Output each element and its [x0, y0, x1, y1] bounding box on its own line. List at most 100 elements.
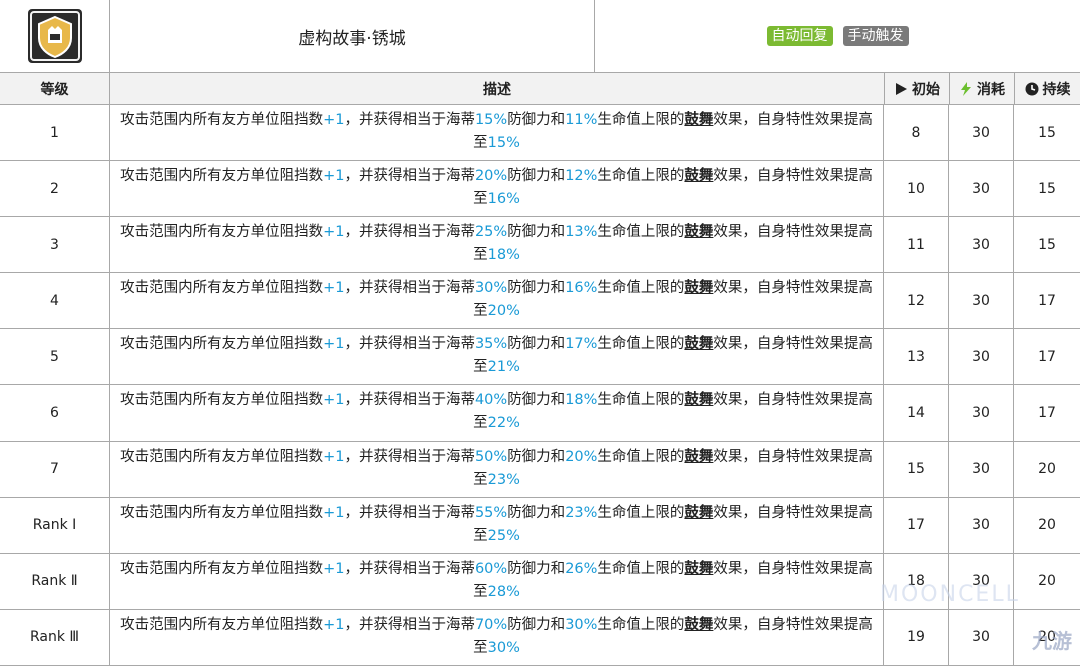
desc-block-value: +1: [323, 392, 345, 409]
desc-trait-value: 21%: [487, 359, 520, 376]
desc-text: 攻击范围内所有友方单位阻挡数: [120, 448, 324, 465]
keyword-link[interactable]: 鼓舞: [684, 617, 713, 633]
desc-block-value: +1: [323, 224, 345, 241]
watermark-brand: 九游: [1032, 625, 1072, 654]
desc-block-value: +1: [323, 280, 345, 297]
desc-def-value: 40%: [474, 392, 508, 409]
desc-text: 防御力和: [507, 112, 566, 128]
row-description: 攻击范围内所有友方单位阻挡数+1，并获得相当于海蒂20%防御力和12%生命值上限…: [110, 161, 884, 217]
keyword-link[interactable]: 鼓舞: [684, 280, 713, 296]
desc-hp-value: 20%: [565, 448, 598, 465]
clock-icon: [1025, 82, 1038, 95]
lightning-icon: [961, 81, 971, 96]
desc-text: 攻击范围内所有友方单位阻挡数: [120, 504, 324, 521]
skill-name: 虚构故事·锈城: [110, 0, 595, 72]
desc-trait-value: 23%: [487, 471, 520, 488]
desc-text: 防御力和: [507, 224, 566, 241]
desc-block-value: +1: [323, 168, 345, 185]
keyword-link[interactable]: 鼓舞: [684, 561, 713, 577]
desc-trait-value: 20%: [487, 303, 520, 320]
keyword-link[interactable]: 鼓舞: [684, 168, 713, 184]
row-duration: 15: [1038, 180, 1056, 197]
desc-trait-value: 22%: [487, 415, 520, 432]
desc-text: ，并获得相当于海蒂: [344, 560, 475, 577]
keyword-link[interactable]: 鼓舞: [684, 336, 713, 352]
row-description: 攻击范围内所有友方单位阻挡数+1，并获得相当于海蒂50%防御力和20%生命值上限…: [110, 441, 884, 497]
row-cost: 30: [949, 609, 1014, 665]
desc-text: ，并获得相当于海蒂: [344, 392, 475, 409]
desc-trait-value: 15%: [487, 135, 520, 151]
desc-def-value: 30%: [474, 280, 508, 297]
skill-table: 虚构故事·锈城 自动回复 手动触发 等级 描述 初始 消耗 持续 1 攻击范围内…: [0, 0, 1080, 666]
row-initial: 13: [884, 329, 949, 385]
row-level: 6: [0, 385, 110, 441]
keyword-link[interactable]: 鼓舞: [684, 112, 713, 128]
desc-text: ，并获得相当于海蒂: [344, 616, 475, 633]
header-initial: 初始: [885, 73, 950, 104]
row-cost: 30: [949, 441, 1014, 497]
header-duration: 持续: [1015, 73, 1080, 104]
row-cost: 30: [949, 105, 1014, 161]
desc-def-value: 15%: [474, 112, 508, 128]
keyword-link[interactable]: 鼓舞: [684, 224, 713, 240]
row-level: 3: [0, 217, 110, 273]
table-header: 等级 描述 初始 消耗 持续: [0, 73, 1080, 105]
desc-hp-value: 16%: [565, 280, 598, 297]
desc-text: ，并获得相当于海蒂: [344, 168, 475, 185]
desc-text: 防御力和: [507, 392, 566, 409]
row-duration: 15: [1038, 124, 1056, 141]
manual-trigger-badge: 手动触发: [842, 26, 909, 46]
table-row: 1 攻击范围内所有友方单位阻挡数+1，并获得相当于海蒂15%防御力和11%生命值…: [0, 105, 1080, 162]
row-description: 攻击范围内所有友方单位阻挡数+1，并获得相当于海蒂25%防御力和13%生命值上限…: [110, 217, 884, 273]
desc-text: 防御力和: [507, 448, 566, 465]
header-level: 等级: [0, 73, 110, 104]
row-duration: 17: [1038, 292, 1056, 309]
desc-hp-value: 17%: [565, 336, 598, 353]
row-duration: 17: [1038, 348, 1056, 365]
keyword-link[interactable]: 鼓舞: [684, 505, 713, 521]
row-level: Rank Ⅲ: [0, 609, 110, 665]
table-row: 5 攻击范围内所有友方单位阻挡数+1，并获得相当于海蒂35%防御力和17%生命值…: [0, 329, 1080, 386]
row-cost: 30: [949, 497, 1014, 553]
desc-text: ，并获得相当于海蒂: [344, 224, 475, 241]
row-cost: 30: [949, 161, 1014, 217]
row-initial: 17: [884, 497, 949, 553]
skill-icon-cell: [0, 0, 110, 72]
header-duration-label: 持续: [1042, 81, 1071, 98]
desc-block-value: +1: [323, 112, 345, 128]
desc-text: 防御力和: [507, 560, 566, 577]
desc-text: 生命值上限的: [597, 448, 685, 465]
row-initial: 10: [884, 161, 949, 217]
desc-text: ，并获得相当于海蒂: [344, 280, 475, 297]
skill-tags: 自动回复 手动触发: [595, 0, 1080, 72]
row-description: 攻击范围内所有友方单位阻挡数+1，并获得相当于海蒂35%防御力和17%生命值上限…: [110, 329, 884, 385]
row-initial: 14: [884, 385, 949, 441]
row-initial: 8: [884, 105, 949, 161]
row-duration: 20: [1038, 573, 1056, 590]
desc-hp-value: 23%: [565, 504, 598, 521]
desc-trait-value: 30%: [487, 639, 520, 656]
desc-text: 攻击范围内所有友方单位阻挡数: [120, 392, 324, 409]
desc-block-value: +1: [323, 560, 345, 577]
keyword-link[interactable]: 鼓舞: [684, 392, 713, 408]
row-initial: 15: [884, 441, 949, 497]
table-row: 3 攻击范围内所有友方单位阻挡数+1，并获得相当于海蒂25%防御力和13%生命值…: [0, 217, 1080, 274]
row-duration: 20: [1038, 461, 1056, 478]
desc-text: 攻击范围内所有友方单位阻挡数: [120, 560, 324, 577]
desc-text: 防御力和: [507, 504, 566, 521]
desc-text: 生命值上限的: [597, 560, 685, 577]
row-description: 攻击范围内所有友方单位阻挡数+1，并获得相当于海蒂55%防御力和23%生命值上限…: [110, 497, 884, 553]
table-row: Rank Ⅰ 攻击范围内所有友方单位阻挡数+1，并获得相当于海蒂55%防御力和2…: [0, 497, 1080, 554]
header-initial-label: 初始: [912, 81, 940, 98]
desc-block-value: +1: [323, 616, 345, 633]
desc-text: 攻击范围内所有友方单位阻挡数: [120, 280, 324, 297]
desc-text: 生命值上限的: [597, 504, 685, 521]
keyword-link[interactable]: 鼓舞: [684, 449, 713, 465]
tower-shield-icon: [27, 9, 82, 63]
row-level: 4: [0, 273, 110, 329]
desc-text: 防御力和: [507, 336, 566, 353]
auto-recovery-badge: 自动回复: [766, 26, 833, 46]
desc-block-value: +1: [323, 336, 345, 353]
desc-trait-value: 25%: [487, 527, 520, 544]
row-level: 5: [0, 329, 110, 385]
